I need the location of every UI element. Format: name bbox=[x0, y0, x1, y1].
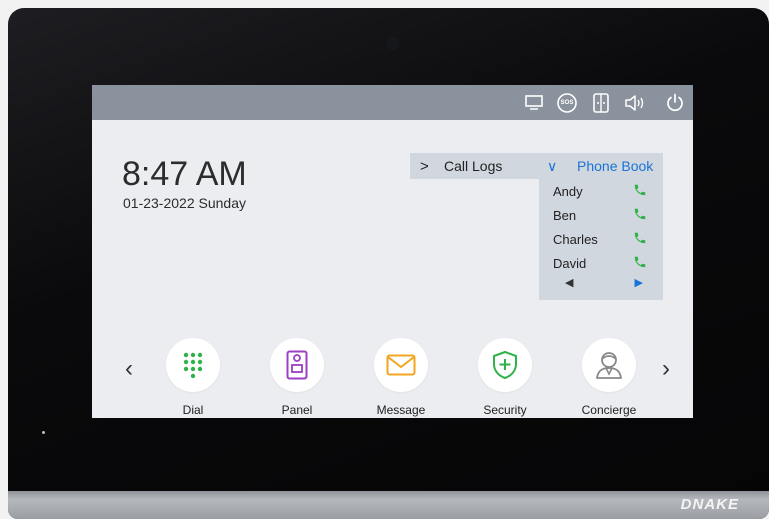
contact-name: David bbox=[553, 255, 587, 271]
clock-time: 8:47 AM bbox=[122, 155, 247, 193]
intercom-device: SOS 8:47 AM 01-23-2022 Sunday > Call Log… bbox=[8, 8, 769, 519]
chevron-right-icon: > bbox=[420, 157, 429, 175]
app-label: Security bbox=[483, 403, 527, 417]
sos-label: SOS bbox=[560, 100, 574, 106]
brand-logo: DNAKE bbox=[680, 496, 739, 513]
dialpad-icon[interactable] bbox=[166, 338, 220, 392]
unlock-icon[interactable] bbox=[591, 92, 611, 114]
call-logs-tab[interactable]: > Call Logs bbox=[410, 153, 539, 179]
phone-book-panel: ∨ Phone Book Andy Ben Charles David ◀ ▶ bbox=[539, 153, 663, 300]
phone-icon[interactable] bbox=[633, 255, 647, 272]
phone-book-label: Phone Book bbox=[577, 158, 654, 174]
shield-plus-icon[interactable] bbox=[478, 338, 532, 392]
phone-book-tab[interactable]: ∨ Phone Book bbox=[539, 153, 663, 179]
apps-prev-arrow[interactable]: ‹ bbox=[125, 355, 133, 383]
clock-date: 01-23-2022 Sunday bbox=[123, 195, 246, 211]
call-logs-label: Call Logs bbox=[444, 158, 503, 174]
app-label: Concierge bbox=[581, 403, 637, 417]
status-bar: SOS bbox=[92, 85, 693, 120]
app-panel[interactable]: Panel bbox=[262, 338, 332, 417]
sos-icon[interactable]: SOS bbox=[556, 92, 578, 114]
power-icon[interactable] bbox=[665, 92, 685, 114]
camera-lens bbox=[386, 36, 400, 50]
touch-screen: SOS 8:47 AM 01-23-2022 Sunday > Call Log… bbox=[92, 85, 693, 418]
apps-next-arrow[interactable]: › bbox=[662, 355, 670, 383]
app-message[interactable]: Message bbox=[366, 338, 436, 417]
microphone-hole bbox=[42, 431, 45, 434]
app-security[interactable]: Security bbox=[470, 338, 540, 417]
monitor-icon[interactable] bbox=[524, 92, 544, 114]
contact-row[interactable]: David bbox=[539, 251, 663, 275]
concierge-icon[interactable] bbox=[582, 338, 636, 392]
prev-page-button[interactable]: ◀ bbox=[565, 276, 573, 289]
app-concierge[interactable]: Concierge bbox=[574, 338, 644, 417]
chevron-down-icon: ∨ bbox=[547, 157, 558, 174]
phone-icon[interactable] bbox=[633, 231, 647, 248]
app-label: Dial bbox=[182, 403, 204, 417]
volume-icon[interactable] bbox=[623, 92, 647, 114]
contact-row[interactable]: Charles bbox=[539, 227, 663, 251]
door-panel-icon[interactable] bbox=[270, 338, 324, 392]
contact-name: Charles bbox=[553, 231, 598, 247]
phone-icon[interactable] bbox=[633, 183, 647, 200]
next-page-button[interactable]: ▶ bbox=[635, 276, 643, 289]
envelope-icon[interactable] bbox=[374, 338, 428, 392]
phone-icon[interactable] bbox=[633, 207, 647, 224]
contact-name: Andy bbox=[553, 183, 583, 199]
app-label: Message bbox=[376, 403, 426, 417]
phone-book-pager: ◀ ▶ bbox=[539, 276, 663, 289]
app-dial[interactable]: Dial bbox=[158, 338, 228, 417]
device-bezel-bottom: DNAKE bbox=[8, 491, 769, 519]
contact-name: Ben bbox=[553, 207, 577, 223]
contact-row[interactable]: Andy bbox=[539, 179, 663, 203]
app-label: Panel bbox=[281, 403, 313, 417]
contact-row[interactable]: Ben bbox=[539, 203, 663, 227]
